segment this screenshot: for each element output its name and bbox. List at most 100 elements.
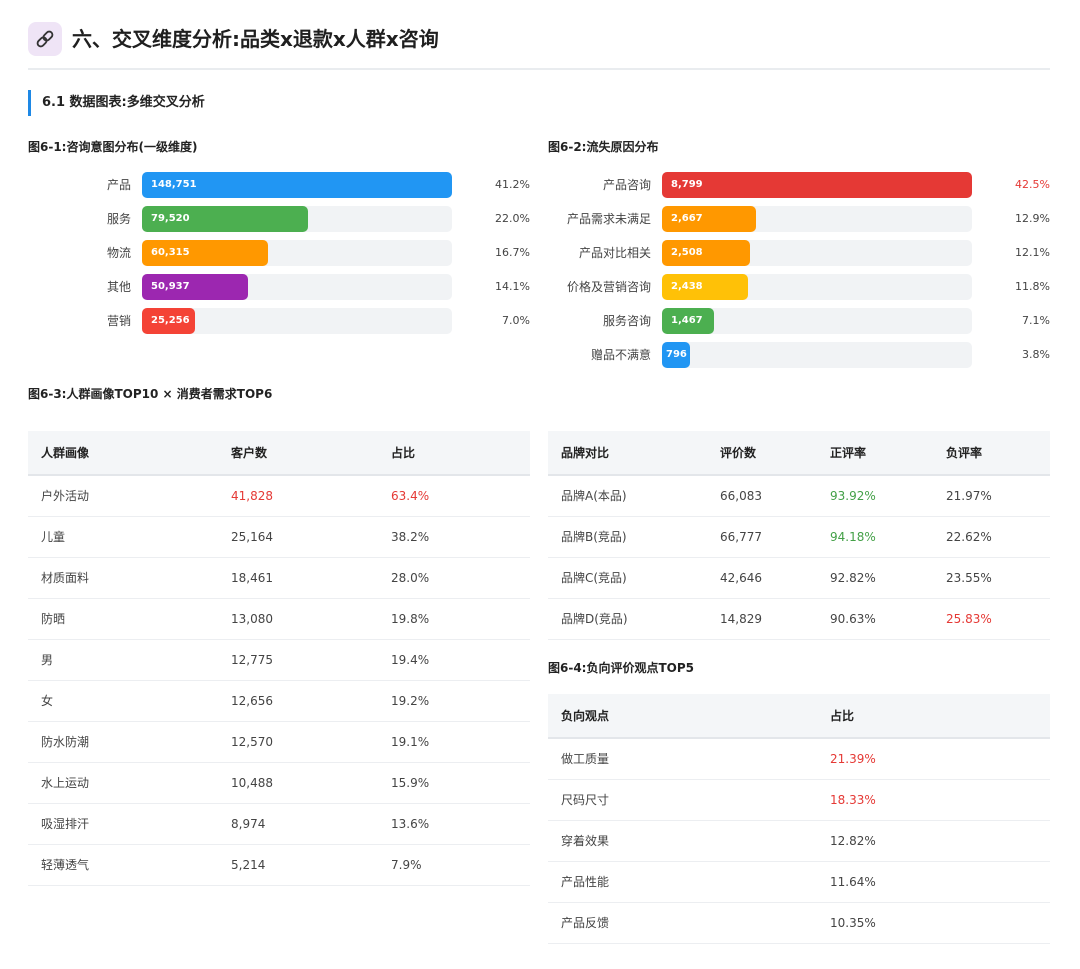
- table-row: 防水防潮 12,570 19.1%: [28, 721, 530, 763]
- bar-category-label: 产品对比相关: [578, 246, 651, 260]
- col-header: 占比: [378, 431, 530, 476]
- bar: 60,315: [142, 240, 268, 266]
- table-row: 水上运动 10,488 15.9%: [28, 762, 530, 804]
- bar-track: 8,799: [662, 172, 972, 198]
- bar-row: 产品 148,751 41.2%: [28, 172, 530, 198]
- bar-percent-label: 3.8%: [1022, 348, 1050, 361]
- col-header: 人群画像: [28, 431, 218, 476]
- count-cell: 5,214: [218, 844, 378, 886]
- opinion-cell: 产品反馈: [548, 902, 817, 944]
- bar-value-label: 2,667: [671, 213, 703, 224]
- table-row: 吸湿排汗 8,974 13.6%: [28, 803, 530, 845]
- share-cell: 19.8%: [378, 598, 530, 640]
- bar-value-label: 148,751: [151, 179, 197, 190]
- table-row: 男 12,775 19.4%: [28, 639, 530, 681]
- bar-category-label: 产品咨询: [602, 178, 651, 192]
- persona-cell: 户外活动: [28, 475, 218, 517]
- bar-value-label: 50,937: [151, 281, 190, 292]
- bar-category-label: 赠品不满意: [590, 348, 651, 362]
- persona-cell: 防水防潮: [28, 721, 218, 763]
- table-row: 品牌C(竞品) 42,646 92.82% 23.55%: [548, 557, 1050, 599]
- opinion-cell: 产品性能: [548, 861, 817, 903]
- churn-reason-chart: 产品咨询 8,799 42.5% 产品需求未满足 2,667 12.9% 产品对比相关 2,5…: [548, 172, 1050, 376]
- fig4-title: 图6-4:负向评价观点TOP5: [548, 661, 695, 675]
- bar-percent-label: 11.8%: [1015, 280, 1050, 293]
- count-cell: 8,974: [218, 803, 378, 845]
- col-header: 负向观点: [548, 694, 817, 739]
- table-row: 产品性能 11.64%: [548, 861, 1050, 903]
- table-header-row: 人群画像 客户数 占比: [28, 431, 530, 476]
- negative-rate-cell: 25.83%: [933, 598, 1050, 640]
- bar-percent-label: 41.2%: [495, 178, 530, 191]
- bar-row: 价格及营销咨询 2,438 11.8%: [548, 274, 1050, 300]
- table-row: 品牌B(竞品) 66,777 94.18% 22.62%: [548, 516, 1050, 558]
- bar-track: 79,520: [142, 206, 452, 232]
- consult-intent-chart: 产品 148,751 41.2% 服务 79,520 22.0% 物流 60,315 16.7%…: [28, 172, 530, 342]
- table-row: 轻薄透气 5,214 7.9%: [28, 844, 530, 886]
- table-row: 防晒 13,080 19.8%: [28, 598, 530, 640]
- share-cell: 13.6%: [378, 803, 530, 845]
- count-cell: 41,828: [218, 475, 378, 517]
- bar-value-label: 60,315: [151, 247, 190, 258]
- positive-rate-cell: 90.63%: [817, 598, 933, 640]
- bar-row: 赠品不满意 796 3.8%: [548, 342, 1050, 368]
- bar-value-label: 25,256: [151, 315, 190, 326]
- share-cell: 15.9%: [378, 762, 530, 804]
- col-header: 评价数: [707, 431, 817, 476]
- bar-track: 50,937: [142, 274, 452, 300]
- brand-cell: 品牌A(本品): [548, 475, 707, 517]
- negative-opinion-table: 负向观点 占比 做工质量 21.39% 尺码尺寸 18.33% 穿着效果 12.…: [548, 694, 1050, 944]
- persona-cell: 水上运动: [28, 762, 218, 804]
- share-cell: 10.35%: [817, 902, 1050, 944]
- bar-value-label: 8,799: [671, 179, 703, 190]
- bar-track: 796: [662, 342, 972, 368]
- bar-row: 产品对比相关 2,508 12.1%: [548, 240, 1050, 266]
- count-cell: 12,570: [218, 721, 378, 763]
- review-count-cell: 14,829: [707, 598, 817, 640]
- table-row: 穿着效果 12.82%: [548, 820, 1050, 862]
- bar: 2,667: [662, 206, 756, 232]
- bar-category-label: 价格及营销咨询: [566, 280, 651, 294]
- bar-row: 其他 50,937 14.1%: [28, 274, 530, 300]
- table-row: 品牌A(本品) 66,083 93.92% 21.97%: [548, 475, 1050, 517]
- bar-track: 60,315: [142, 240, 452, 266]
- review-count-cell: 66,083: [707, 475, 817, 517]
- share-cell: 19.2%: [378, 680, 530, 722]
- bar: 2,438: [662, 274, 748, 300]
- fig2-title: 图6-2:流失原因分布: [548, 140, 659, 154]
- bar-value-label: 796: [666, 349, 687, 360]
- share-cell: 38.2%: [378, 516, 530, 558]
- count-cell: 18,461: [218, 557, 378, 599]
- negative-rate-cell: 22.62%: [933, 516, 1050, 558]
- bar-row: 服务 79,520 22.0%: [28, 206, 530, 232]
- bar-value-label: 1,467: [671, 315, 703, 326]
- bar-percent-label: 14.1%: [495, 280, 530, 293]
- count-cell: 13,080: [218, 598, 378, 640]
- bar-track: 2,508: [662, 240, 972, 266]
- bar-category-label: 服务咨询: [602, 314, 651, 328]
- positive-rate-cell: 94.18%: [817, 516, 933, 558]
- bar-percent-label: 12.9%: [1015, 212, 1050, 225]
- page-title: 六、交叉维度分析:品类x退款x人群x咨询: [72, 27, 439, 51]
- table-row: 做工质量 21.39%: [548, 738, 1050, 780]
- bar-percent-label: 42.5%: [1015, 178, 1050, 191]
- bar-value-label: 2,508: [671, 247, 703, 258]
- bar: 25,256: [142, 308, 195, 334]
- table-header-row: 品牌对比 评价数 正评率 负评率: [548, 431, 1050, 476]
- bar-percent-label: 12.1%: [1015, 246, 1050, 259]
- persona-cell: 吸湿排汗: [28, 803, 218, 845]
- negative-rate-cell: 23.55%: [933, 557, 1050, 599]
- bar-percent-label: 7.0%: [502, 314, 530, 327]
- bar-row: 物流 60,315 16.7%: [28, 240, 530, 266]
- bar-track: 148,751: [142, 172, 452, 198]
- share-cell: 12.82%: [817, 820, 1050, 862]
- table-row: 户外活动 41,828 63.4%: [28, 475, 530, 517]
- link-icon: [28, 22, 62, 56]
- bar: 2,508: [662, 240, 751, 266]
- table-row: 尺码尺寸 18.33%: [548, 779, 1050, 821]
- persona-cell: 防晒: [28, 598, 218, 640]
- fig3-title: 图6-3:人群画像TOP10 × 消费者需求TOP6: [28, 387, 273, 401]
- bar-percent-label: 7.1%: [1022, 314, 1050, 327]
- bar-category-label: 营销: [106, 314, 131, 328]
- section-title: 6.1 数据图表:多维交叉分析: [28, 90, 205, 116]
